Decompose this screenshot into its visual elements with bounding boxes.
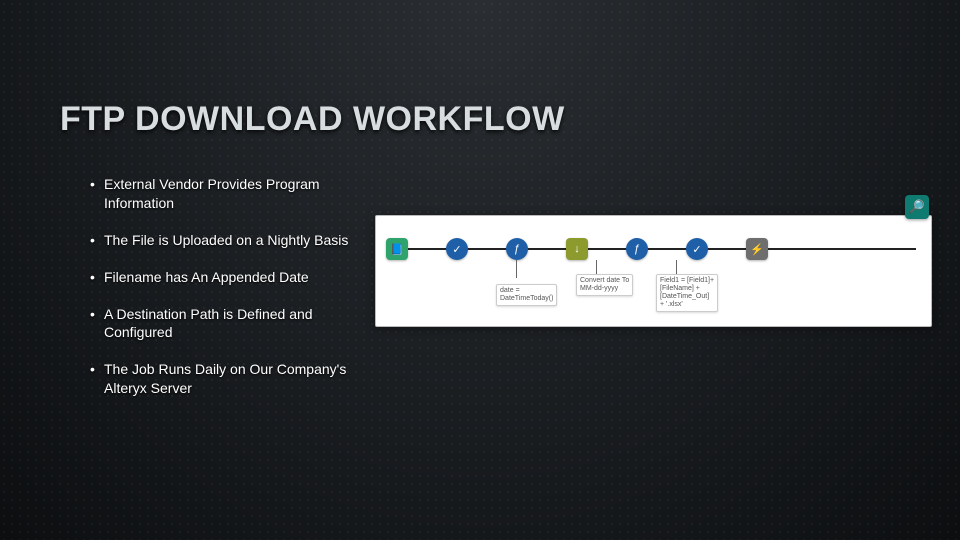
text-input-tool-icon: 📘 [386, 238, 408, 260]
bullet-item: The File is Uploaded on a Nightly Basis [90, 231, 380, 250]
bullet-item: External Vendor Provides Program Informa… [90, 175, 380, 213]
annotation-leader [516, 260, 517, 278]
bullet-list: External Vendor Provides Program Informa… [90, 175, 380, 398]
annot-field: Field1 = [Field1]+ [FileName] + [DateTim… [656, 274, 718, 312]
bullet-item: The Job Runs Daily on Our Company's Alte… [90, 360, 380, 398]
connector-line [761, 248, 916, 250]
find-replace-tool-icon: 🔎 [905, 195, 929, 219]
binoculars-icon: 🔎 [909, 199, 925, 215]
bullet-item: Filename has An Appended Date [90, 268, 380, 287]
text-body: External Vendor Provides Program Informa… [90, 175, 380, 416]
select-2-tool-icon: ✓ [686, 238, 708, 260]
download-tool-icon: ↓ [566, 238, 588, 260]
formula-2-tool-icon: ƒ [626, 238, 648, 260]
formula-1-tool-icon: ƒ [506, 238, 528, 260]
bullet-item: A Destination Path is Defined and Config… [90, 305, 380, 343]
workflow-canvas: 📘 ✓ ƒ ↓ ƒ ✓ ⚡ date = DateTimeToday() Convert da… [376, 216, 931, 326]
slide-title: FTP DOWNLOAD WORKFLOW [60, 100, 900, 139]
annot-date: date = DateTimeToday() [496, 284, 557, 306]
annot-convert: Convert date To MM-dd-yyyy [576, 274, 633, 296]
select-tool-icon: ✓ [446, 238, 468, 260]
workflow-screenshot: 📘 ✓ ƒ ↓ ƒ ✓ ⚡ date = DateTimeToday() Convert da… [375, 215, 932, 327]
slide: FTP DOWNLOAD WORKFLOW External Vendor Pr… [0, 0, 960, 540]
dynamic-rename-tool-icon: ⚡ [746, 238, 768, 260]
